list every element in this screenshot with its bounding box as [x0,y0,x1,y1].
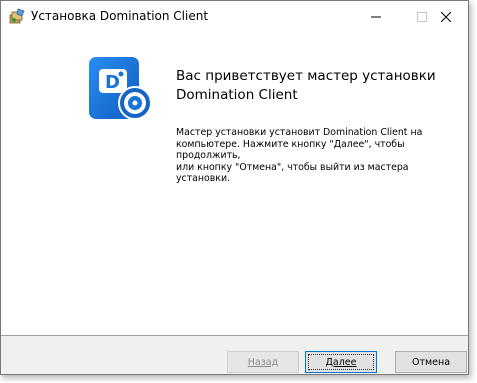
close-icon [441,11,451,22]
svg-text:D: D [105,72,120,93]
back-button-label: Назад [247,356,279,368]
heading-line-1: Вас приветствует мастер установки [176,68,436,84]
description-line-2: компьютере. Нажмите кнопку "Далее", чтоб… [176,138,405,162]
cancel-button[interactable]: Отмена [395,351,467,373]
window-title: Установка Domination Client [31,9,209,23]
button-bar: Назад Далее Отмена [1,336,468,374]
welcome-heading: Вас приветствует мастер установки Domina… [176,67,461,105]
installer-package-icon [9,8,25,24]
installer-window: Установка Domination Client D Вас привет… [0,0,469,375]
close-button[interactable] [423,1,469,32]
welcome-description: Мастер установки установит Domination Cl… [176,127,464,185]
minimize-button[interactable] [353,1,399,32]
heading-line-2: Domination Client [176,87,298,103]
back-button[interactable]: Назад [227,351,299,373]
title-bar[interactable]: Установка Domination Client [1,1,468,32]
domination-client-app-icon: D [89,57,152,120]
next-button[interactable]: Далее [305,351,377,373]
description-line-1: Мастер установки установит Domination Cl… [176,127,423,138]
cancel-button-label: Отмена [411,356,451,368]
minimize-icon [371,16,381,17]
description-line-3: или кнопку "Отмена", чтобы выйти из маст… [176,161,409,185]
focus-rectangle [308,354,374,370]
